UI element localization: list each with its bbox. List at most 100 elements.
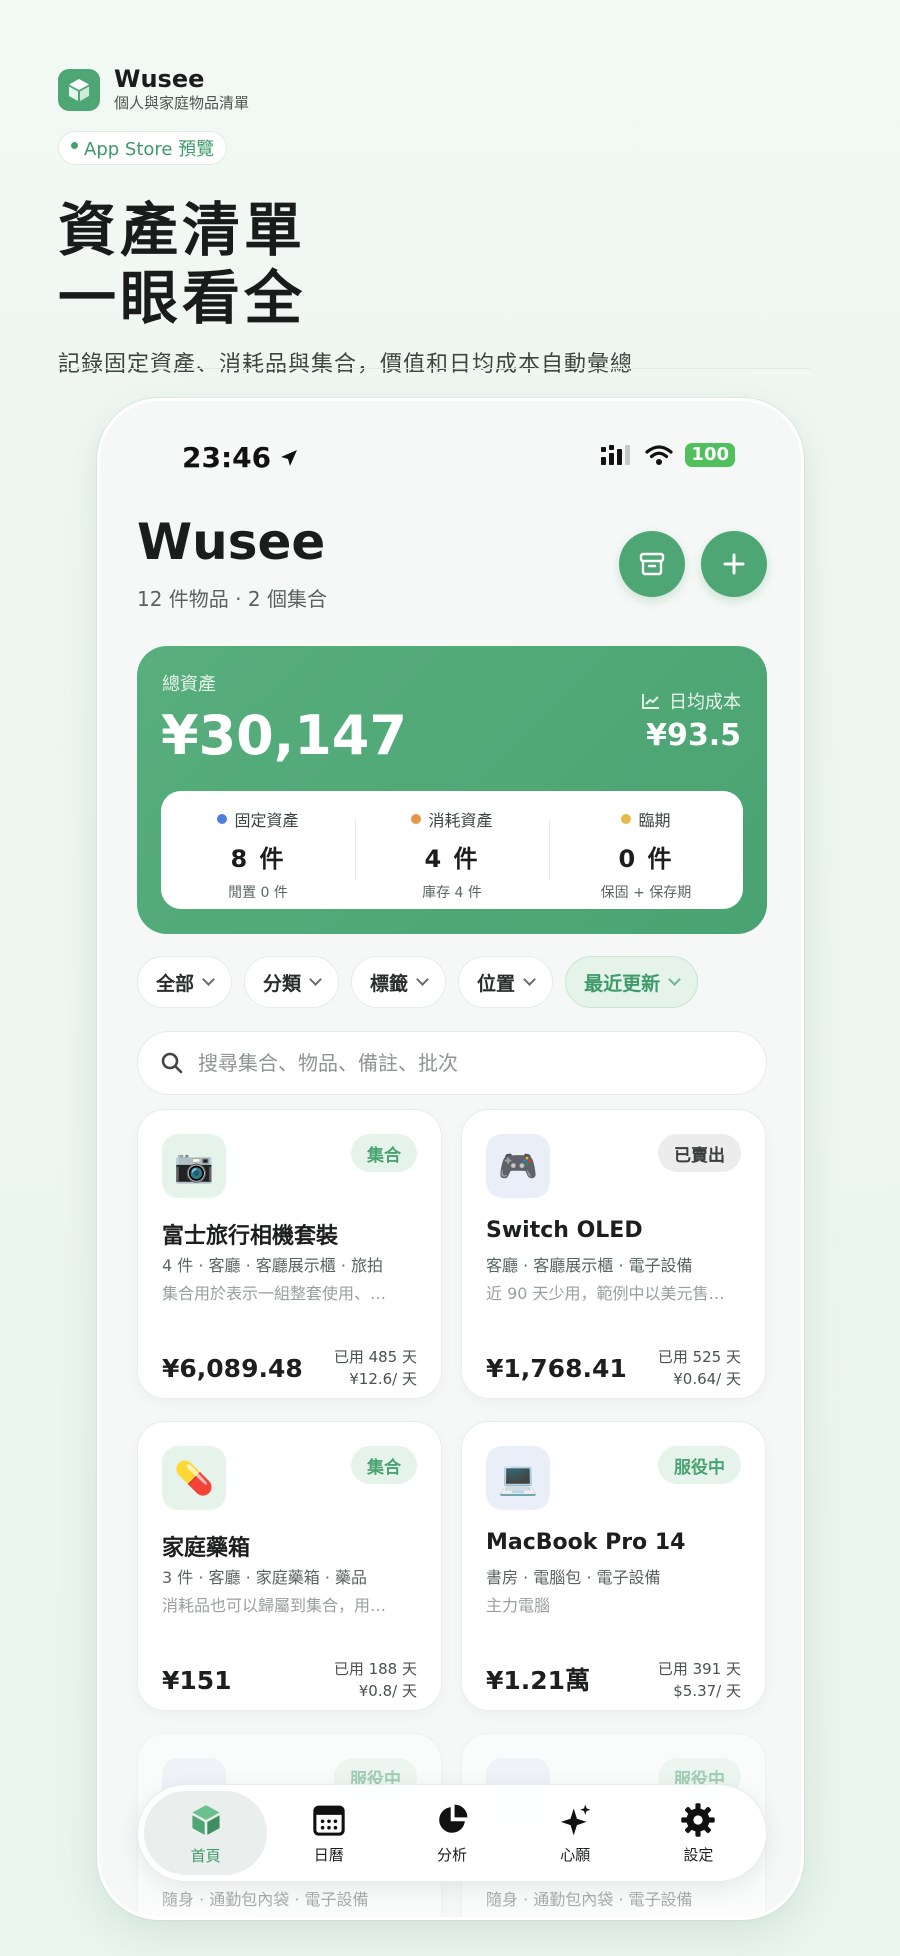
tab-label: 設定 (683, 1845, 714, 1864)
stat-foot: 庫存 4 件 (422, 885, 482, 901)
item-title: MacBook Pro 14 (486, 1530, 686, 1555)
tab-settings[interactable]: 設定 (637, 1791, 760, 1875)
search-icon (161, 1052, 183, 1074)
tab-wishlist[interactable]: 心願 (514, 1791, 637, 1875)
item-meta: 隨身 · 通勤包內袋 · 電子設備 (162, 1890, 369, 1909)
hero-title-line2: 一眼看全 (58, 264, 307, 332)
filter-label: 標籤 (370, 972, 409, 995)
item-note: 集合用於表示一組整套使用、… (162, 1284, 387, 1303)
tab-home[interactable]: 首頁 (144, 1791, 268, 1875)
item-price: ¥6,089.48 (162, 1354, 303, 1383)
item-usage: 已用 391 天 $5.37/ 天 (658, 1658, 741, 1702)
cellular-signal-icon (601, 445, 631, 465)
search-bar[interactable] (137, 1031, 767, 1095)
app-store-preview-label: App Store 預覽 (84, 139, 215, 160)
item-card[interactable]: 💊 集合 家庭藥箱 3 件 · 客廳 · 家庭藥箱 · 藥品 消耗品也可以歸屬到… (137, 1421, 442, 1711)
stat-foot: 閒置 0 件 (228, 885, 288, 901)
sort-recent[interactable]: 最近更新 (565, 956, 699, 1008)
app-store-preview-badge: App Store 預覽 (58, 131, 228, 165)
brand-subtitle: 個人與家庭物品清單 (114, 94, 250, 112)
item-used-days: 已用 391 天 (657, 1660, 741, 1678)
stat-expiring[interactable]: 臨期 0 件 保固 + 保存期 (549, 791, 743, 909)
item-cost-per-day: ¥12.6/ 天 (349, 1370, 417, 1388)
item-used-days: 已用 485 天 (333, 1348, 417, 1366)
stat-label: 臨期 (621, 807, 671, 831)
tab-analytics[interactable]: 分析 (390, 1791, 513, 1875)
filter-tag[interactable]: 標籤 (351, 956, 447, 1008)
archive-button[interactable] (619, 531, 685, 597)
chevron-down-icon (309, 973, 322, 986)
tab-calendar[interactable]: 日曆 (267, 1791, 390, 1875)
location-arrow-icon (281, 449, 298, 466)
hero-subtitle: 記錄固定資產、消耗品與集合，價值和日均成本自動彙總 (58, 352, 634, 377)
status-time-text: 23:46 (182, 441, 272, 474)
item-used-days: 已用 188 天 (333, 1660, 417, 1678)
item-note: 近 90 天少用，範例中以美元售… (486, 1284, 725, 1303)
filter-location[interactable]: 位置 (458, 956, 554, 1008)
filter-label: 分類 (263, 972, 302, 995)
phone-frame: 23:46 100 Wusee 12 件物品 · 2 個集合 總資產 ¥30,1… (97, 398, 804, 1920)
item-card[interactable]: 🎮 已賣出 Switch OLED 客廳 · 客廳展示櫃 · 電子設備 近 90… (461, 1109, 766, 1399)
gamepad-icon: 🎮 (486, 1134, 550, 1198)
stat-consumables[interactable]: 消耗資產 4 件 庫存 4 件 (355, 791, 549, 909)
asset-stats-panel: 固定資產 8 件 閒置 0 件 消耗資產 4 件 庫存 4 件 臨期 0 件 保… (161, 791, 743, 909)
item-meta: 書房 · 電腦包 · 電子設備 (486, 1568, 661, 1587)
item-title: 家庭藥箱 (162, 1536, 251, 1561)
archive-icon (639, 552, 665, 576)
tab-label: 心願 (560, 1845, 591, 1864)
total-assets-label: 總資產 (162, 674, 216, 695)
stat-value: 8 件 (230, 845, 286, 873)
sparkle-icon (561, 1804, 591, 1835)
stat-value: 4 件 (424, 845, 480, 873)
item-cost-per-day: ¥0.64/ 天 (673, 1370, 741, 1388)
item-cost-per-day: ¥0.8/ 天 (358, 1682, 417, 1700)
item-card[interactable]: 📷 集合 富士旅行相機套裝 4 件 · 客廳 · 客廳展示櫃 · 旅拍 集合用於… (137, 1109, 442, 1399)
item-meta: 4 件 · 客廳 · 客廳展示櫃 · 旅拍 (162, 1256, 384, 1275)
hero-title: 資產清單 一眼看全 (58, 196, 306, 332)
tab-label: 日曆 (313, 1845, 344, 1864)
filter-all[interactable]: 全部 (137, 956, 233, 1008)
filter-category[interactable]: 分類 (244, 956, 340, 1008)
search-input[interactable] (198, 1051, 718, 1075)
pill-icon: 💊 (162, 1446, 226, 1510)
camera-icon: 📷 (162, 1134, 226, 1198)
item-price: ¥1.21萬 (486, 1666, 591, 1695)
item-title: 富士旅行相機套裝 (162, 1224, 339, 1249)
item-meta: 隨身 · 通勤包內袋 · 電子設備 (486, 1890, 693, 1909)
status-badge: 服役中 (658, 1446, 741, 1484)
chevron-down-icon (668, 973, 681, 986)
app-logo-icon (58, 68, 100, 111)
plus-icon (723, 553, 745, 575)
daily-cost-label-text: 日均成本 (669, 692, 741, 713)
item-meta: 3 件 · 客廳 · 家庭藥箱 · 藥品 (162, 1568, 368, 1587)
hero-title-line1: 資產清單 (58, 196, 307, 264)
status-bar: 23:46 100 (100, 401, 801, 501)
daily-cost-value: ¥93.5 (646, 718, 741, 753)
item-price: ¥1,768.41 (486, 1354, 627, 1383)
trend-chart-icon (642, 694, 659, 709)
gear-icon (681, 1802, 716, 1837)
calendar-icon (313, 1805, 345, 1836)
filter-label: 全部 (156, 972, 195, 995)
stat-fixed-assets[interactable]: 固定資產 8 件 閒置 0 件 (161, 791, 355, 909)
status-dot-icon (71, 141, 78, 149)
item-note: 主力電腦 (486, 1596, 551, 1615)
status-badge: 已賣出 (658, 1134, 741, 1172)
bottom-tab-bar: 首頁 日曆 分析 心願 設定 (137, 1784, 767, 1882)
chevron-down-icon (202, 973, 215, 986)
item-card[interactable]: 💻 服役中 MacBook Pro 14 書房 · 電腦包 · 電子設備 主力電… (461, 1421, 766, 1711)
status-time: 23:46 (182, 441, 299, 474)
page-title: Wusee (137, 513, 326, 571)
asset-summary-card[interactable]: 總資產 ¥30,147 日均成本 ¥93.5 固定資產 8 件 閒置 0 件 消… (137, 646, 767, 934)
pie-chart-icon (439, 1804, 468, 1833)
chevron-down-icon (416, 973, 429, 986)
wifi-icon (645, 445, 674, 465)
chevron-down-icon (523, 973, 536, 986)
stat-value: 0 件 (618, 845, 674, 873)
item-price: ¥151 (162, 1666, 232, 1695)
blue-dot-icon (217, 814, 228, 824)
stat-label-text: 固定資產 (234, 811, 299, 830)
add-item-button[interactable] (701, 531, 767, 597)
brand-header: Wusee 個人與家庭物品清單 (58, 66, 249, 113)
battery-indicator: 100 (685, 443, 735, 467)
